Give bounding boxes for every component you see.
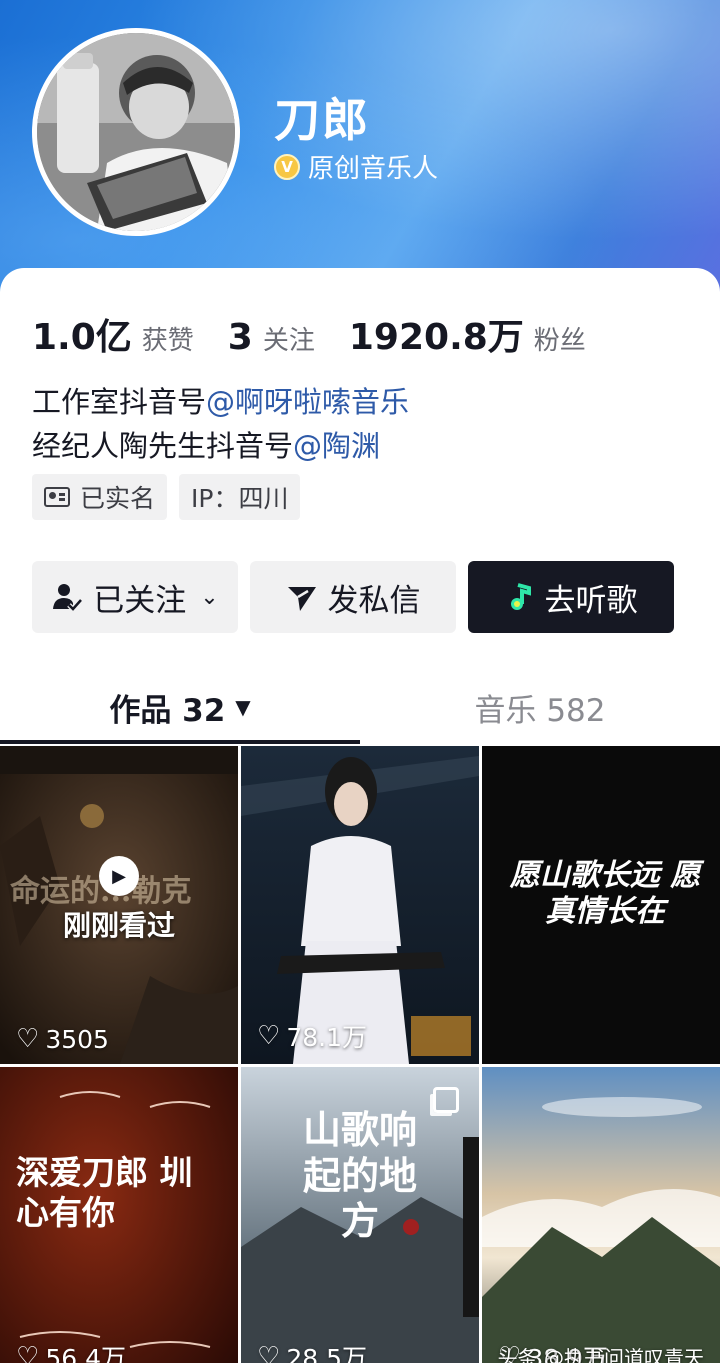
bio-line-2-text: 经纪人陶先生抖音号 <box>32 429 294 463</box>
caret-down-icon: ▼ <box>235 695 251 719</box>
like-count-value: 78.1万 <box>286 1023 367 1052</box>
recently-watched-overlay: ▶ 刚刚看过 <box>0 856 238 944</box>
stat-likes-label: 获赞 <box>141 326 194 356</box>
tab-music[interactable]: 音乐 582 <box>360 668 720 746</box>
listen-button[interactable]: 去听歌 <box>468 561 674 633</box>
multi-image-icon <box>433 1087 459 1113</box>
verified-badge-icon: V <box>274 153 300 180</box>
video-thumbnail-5[interactable]: 山歌响起的地方 ♡ 28.5万 <box>241 1067 479 1363</box>
video-thumbnail-1[interactable]: 命运的...勒克 ▶ 刚刚看过 ♡ 3505 <box>0 746 238 1064</box>
tags-row: 已实名 IP：四川 <box>32 474 301 520</box>
bio-mention-agent[interactable]: @陶渊 <box>293 429 380 463</box>
stat-followers-label: 粉丝 <box>533 326 586 356</box>
recently-watched-label: 刚刚看过 <box>62 909 175 942</box>
video-thumbnail-3[interactable]: 愿山歌长远 愿真情长在 <box>482 746 720 1064</box>
stat-following-value: 3 <box>227 317 253 358</box>
verify-label: 原创音乐人 <box>308 154 439 184</box>
video-thumbnail-6[interactable]: ♡ 38.9万 头条 @执书问道叹青天 <box>482 1067 720 1363</box>
heart-icon: ♡ <box>16 1342 40 1363</box>
profile-name: 刀郎 <box>274 93 370 147</box>
play-icon: ▶ <box>99 856 139 896</box>
watermark: 头条 @执书问道叹青天 <box>497 1346 704 1363</box>
tab-music-label: 音乐 582 <box>474 692 606 729</box>
thumbnail-caption-4: 深爱刀郎 圳心有你 <box>16 1153 193 1232</box>
stat-following[interactable]: 3 关注 <box>228 317 315 358</box>
like-count-value: 3505 <box>45 1024 109 1054</box>
bio-line-1-text: 工作室抖音号 <box>32 385 207 419</box>
bio-mention-studio[interactable]: @啊呀啦嗦音乐 <box>206 385 409 419</box>
stat-following-label: 关注 <box>262 326 315 356</box>
content-tabs: 作品 32 ▼ 音乐 582 <box>0 668 720 746</box>
followed-label: 已关注 <box>93 582 187 619</box>
thumbnail-caption-3: 愿山歌长远 愿真情长在 <box>509 858 701 929</box>
thumbnail-caption-5: 山歌响起的地方 <box>302 1107 417 1244</box>
bio-line-1: 工作室抖音号@啊呀啦嗦音乐 <box>32 380 409 424</box>
stat-followers-value: 1920.8万 <box>348 317 524 358</box>
verify-row: V 原创音乐人 <box>274 148 438 185</box>
like-count: ♡ 3505 <box>16 1024 109 1054</box>
tab-works[interactable]: 作品 32 ▼ <box>0 668 360 746</box>
stat-likes-value: 1.0亿 <box>32 317 132 358</box>
video-thumbnail-4[interactable]: 深爱刀郎 圳心有你 ♡ 56.4万 <box>0 1067 238 1363</box>
like-count: ♡ 56.4万 <box>16 1339 126 1363</box>
followed-button[interactable]: 已关注 ⌄ <box>32 561 238 633</box>
action-buttons: 已关注 ⌄ 发私信 去听歌 <box>32 561 674 633</box>
bio: 工作室抖音号@啊呀啦嗦音乐 经纪人陶先生抖音号@陶渊 <box>32 380 409 468</box>
heart-icon: ♡ <box>16 1024 40 1054</box>
listen-label: 去听歌 <box>544 582 638 619</box>
avatar[interactable] <box>32 28 240 236</box>
message-label: 发私信 <box>327 582 421 619</box>
person-check-icon <box>53 584 84 613</box>
tab-works-label: 作品 32 <box>109 692 226 729</box>
video-grid: 命运的...勒克 ▶ 刚刚看过 ♡ 3505 ♡ 78.1万 愿山歌长远 愿真情… <box>0 746 720 1363</box>
realname-label: 已实名 <box>80 484 156 513</box>
ip-tag: IP：四川 <box>179 474 301 520</box>
video-thumbnail-2[interactable]: ♡ 78.1万 <box>241 746 479 1064</box>
send-icon <box>287 587 316 611</box>
thumbnail-image <box>482 1067 720 1363</box>
chevron-down-icon: ⌄ <box>200 584 219 610</box>
stat-likes[interactable]: 1.0亿 获赞 <box>32 308 194 360</box>
id-card-icon <box>44 487 70 507</box>
like-count-value: 56.4万 <box>45 1344 126 1363</box>
heart-icon: ♡ <box>257 1021 281 1051</box>
heart-icon: ♡ <box>257 1342 281 1363</box>
like-count: ♡ 78.1万 <box>257 1018 367 1054</box>
message-button[interactable]: 发私信 <box>250 561 456 633</box>
music-note-icon <box>510 583 531 610</box>
realname-tag[interactable]: 已实名 <box>32 474 168 520</box>
like-count: ♡ 28.5万 <box>257 1339 367 1363</box>
profile-card: 1.0亿 获赞 3 关注 1920.8万 粉丝 工作室抖音号@啊呀啦嗦音乐 经纪… <box>0 268 720 1363</box>
active-tab-indicator <box>0 740 360 744</box>
stat-followers[interactable]: 1920.8万 粉丝 <box>349 308 586 360</box>
stats-row: 1.0亿 获赞 3 关注 1920.8万 粉丝 <box>32 308 620 360</box>
bio-line-2: 经纪人陶先生抖音号@陶渊 <box>32 424 409 468</box>
avatar-photo <box>37 33 235 231</box>
ip-label: IP：四川 <box>191 484 289 513</box>
like-count-value: 28.5万 <box>286 1344 367 1363</box>
thumbnail-image <box>241 746 479 1064</box>
